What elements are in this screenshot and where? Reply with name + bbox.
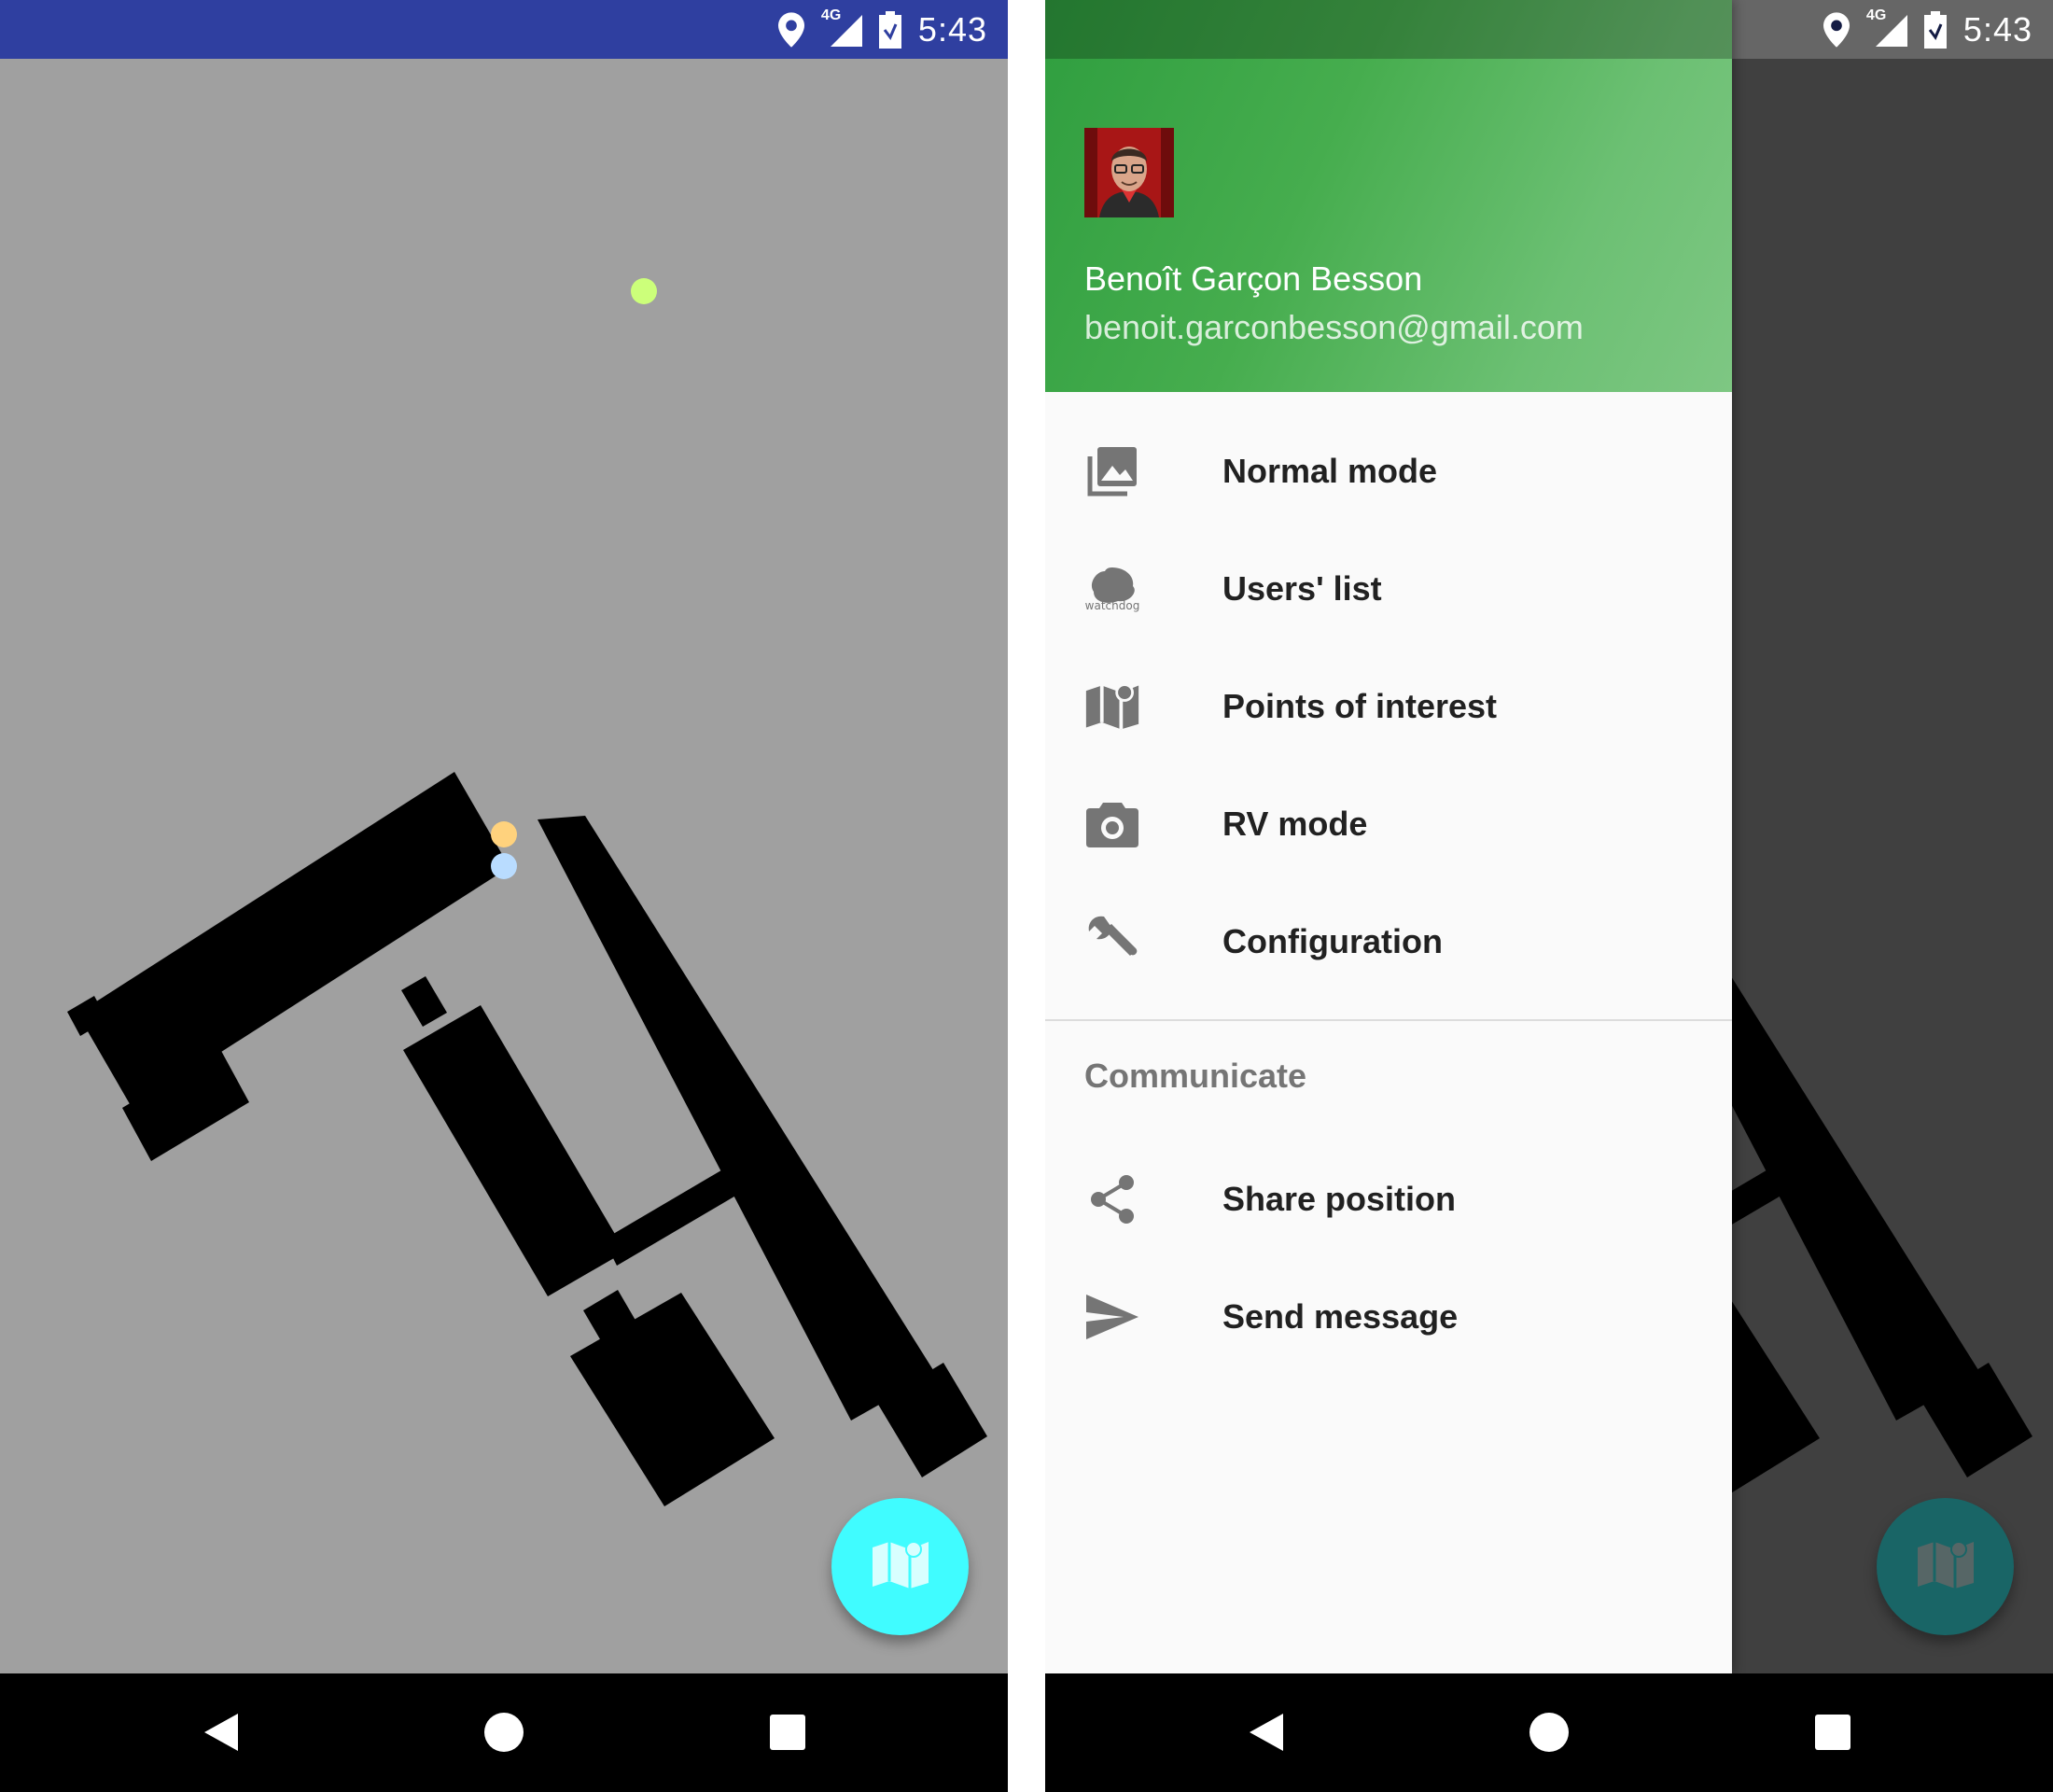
blue-marker[interactable]: [491, 853, 517, 879]
watchdog-logo-icon: watchdog: [1084, 561, 1140, 617]
send-icon: [1084, 1289, 1140, 1345]
signal-icon: 4G: [821, 7, 862, 49]
menu-item-normal-mode[interactable]: Normal mode: [1045, 413, 1732, 530]
map-pin-icon: [871, 1538, 930, 1595]
share-icon: [1084, 1171, 1140, 1227]
recents-button[interactable]: [758, 1702, 817, 1762]
menu-label: Normal mode: [1222, 452, 1438, 490]
battery-icon: [878, 10, 901, 49]
user-email: benoit.garconbesson@gmail.com: [1084, 308, 1584, 346]
menu-item-rv-mode[interactable]: RV mode: [1045, 765, 1732, 883]
wrench-icon: [1084, 914, 1140, 970]
camera-icon: [1084, 796, 1140, 852]
menu-item-users-list[interactable]: watchdog Users' list: [1045, 530, 1732, 648]
section-header-communicate: Communicate: [1084, 1057, 1307, 1095]
clock: 5:43: [1962, 9, 2032, 49]
battery-icon: [1923, 10, 1947, 49]
menu-label: Send message: [1222, 1297, 1459, 1336]
watchdog-logo-text: watchdog: [1084, 599, 1140, 612]
location-icon: [777, 11, 804, 48]
network-type-label: 4G: [1865, 7, 1887, 23]
orange-marker[interactable]: [491, 821, 517, 847]
user-name: Benoît Garçon Besson: [1084, 259, 1423, 298]
back-icon: [204, 1714, 238, 1751]
menu-label: Points of interest: [1222, 687, 1498, 725]
menu-item-send-message[interactable]: Send message: [1045, 1258, 1732, 1376]
points-of-interest-fab[interactable]: [831, 1498, 969, 1635]
menu-label: Users' list: [1222, 569, 1382, 608]
map-screen: 4G 5:43: [0, 0, 1008, 1792]
menu-item-configuration[interactable]: Configuration: [1045, 883, 1732, 1001]
navigation-drawer: Benoît Garçon Besson benoit.garconbesson…: [1045, 0, 1732, 1673]
home-button[interactable]: [1519, 1702, 1579, 1762]
status-bar: 4G 5:43: [0, 0, 1008, 59]
home-icon: [1529, 1713, 1569, 1752]
drawer-screen: 4G 5:43 Benoît Garçon Besson benoit.garc…: [1045, 0, 2053, 1792]
drawer-divider: [1045, 1019, 1732, 1021]
drawer-header: Benoît Garçon Besson benoit.garconbesson…: [1045, 0, 1732, 392]
back-icon: [1250, 1714, 1283, 1751]
map-pin-icon: [1084, 679, 1140, 735]
navigation-bar: [1045, 1673, 2053, 1792]
back-button[interactable]: [191, 1702, 251, 1762]
recents-icon: [770, 1715, 805, 1750]
navigation-bar: [0, 1673, 1008, 1792]
building-floorplan: [67, 278, 987, 1506]
drawer-status-overlay: [1045, 0, 1732, 59]
map-view[interactable]: [0, 59, 1008, 1673]
green-marker[interactable]: [631, 278, 657, 304]
recents-button[interactable]: [1803, 1702, 1863, 1762]
signal-icon: 4G: [1866, 7, 1907, 49]
home-icon: [484, 1713, 524, 1752]
menu-label: Share position: [1222, 1180, 1457, 1218]
avatar[interactable]: [1084, 128, 1174, 217]
home-button[interactable]: [474, 1702, 534, 1762]
photo-library-icon: [1084, 443, 1140, 499]
recents-icon: [1815, 1715, 1850, 1750]
menu-item-share-position[interactable]: Share position: [1045, 1141, 1732, 1258]
back-button[interactable]: [1236, 1702, 1296, 1762]
menu-label: Configuration: [1222, 922, 1443, 960]
menu-label: RV mode: [1222, 805, 1368, 843]
network-type-label: 4G: [820, 7, 842, 23]
clock: 5:43: [917, 9, 987, 49]
location-icon: [1823, 11, 1850, 48]
menu-item-points-of-interest[interactable]: Points of interest: [1045, 648, 1732, 765]
